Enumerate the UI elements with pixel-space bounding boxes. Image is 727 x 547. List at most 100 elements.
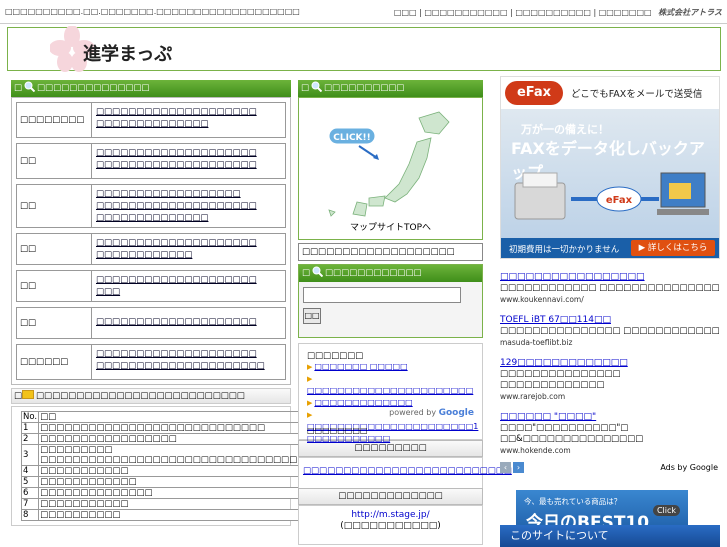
category-link[interactable]: □□□□□□□□□□□□□□□□□□□□ [96, 159, 281, 171]
table-row: 7□□□□□□□□□□□□□□ [20, 498, 343, 510]
category-link[interactable]: □□□□□□□□□□□□ [96, 249, 281, 261]
ad-title[interactable]: □□□□□□ "□□□□" [500, 412, 720, 423]
ad-url[interactable]: www.rarejob.com [500, 391, 720, 402]
mobile-url[interactable]: http://m.stage.jp/ [299, 510, 482, 521]
ad-item: TOEFL iBT 67□□114□□ □□□□□□□□□□□□□□□ □□□□… [500, 315, 720, 348]
powered-by-label: powered by [389, 408, 437, 417]
search-panel-header: □ □□□□□□□□□□□□ [299, 265, 482, 282]
search-icon [24, 81, 36, 92]
ad-url[interactable]: www.koukennavi.com/ [500, 294, 720, 305]
category-row: □□ □□□□□□□□□□□□□□□□□□□□ [16, 307, 286, 339]
table-row: 4□□□□□□□□□□□□□□ [20, 465, 343, 477]
rank-school[interactable]: □□□□□□□□□□□□□□□□□□□□□□□□□□□□ [38, 422, 308, 434]
svg-text:eFax: eFax [606, 195, 633, 206]
top-link-2[interactable]: □□□□□□□□□□□ [424, 8, 507, 17]
category-links: □□□□□□□□□□□□□□□□□□□□□□□□□□□□□□□□□□□□□□□□… [92, 345, 285, 379]
ranking-header: □ □□□□□□□□□□□□□□□□□□□□□□□□□□ [11, 388, 291, 404]
top-link-1[interactable]: □□□ [394, 8, 417, 17]
map-link[interactable]: CLICK!! マップサイトTOPへ [298, 97, 483, 240]
efax-banner[interactable]: eFax どこでもFAXをメールで送受信 万が一の備えに！ FAXをデータ化しバ… [500, 76, 720, 259]
category-links: □□□□□□□□□□□□□□□□□□□□ □□□ [92, 271, 285, 301]
category-link[interactable]: □□□□□□□□□□□□□□□□□□□□ [96, 200, 281, 212]
table-row: 2□□□□□□□□□□□□□□□□□□□□ [20, 433, 343, 445]
category-link[interactable]: □□□□□□□□□□□□□□□□□□□□ [96, 274, 281, 286]
atlas-logo[interactable]: 株式会社アトラス [658, 7, 722, 18]
box-b-header: □□□□□□□□□□□□□ [298, 488, 483, 505]
ad-desc: □□□□"□□□□□□□□□□"□ □□&□□□□□□□□□□□□□□□ [500, 423, 644, 444]
middle-column: □ □□□□□□□□□□ CLICK!! マップサイトTOPへ □□□□□□□□□… [298, 80, 512, 545]
efax-logo: eFax [505, 81, 563, 105]
box-b: http://m.stage.jp/ (□□□□□□□□□□□) [298, 505, 483, 545]
search-input[interactable] [303, 287, 461, 303]
category-link[interactable]: □□□□□□□□□□□□□□□□□□□□ [96, 237, 281, 249]
ranking-table: No. □□ □□□ 1□□□□□□□□□□□□□□□□□□□□□□□□□□□□… [20, 411, 343, 521]
top-bar: □□□□□□□□□□.□□.□□□□□□□.□□□□□□□□□□□□□□□□□□… [0, 0, 727, 24]
site-header: 進学まっぷ [7, 26, 721, 72]
table-row: 8□□□□□□□□□□□□□ [20, 509, 343, 521]
search-icon [311, 81, 323, 92]
rank-no: 7 [20, 498, 40, 510]
top-links: □□□ | □□□□□□□□□□□ | □□□□□□□□□□ | □□□□□□□… [393, 7, 722, 18]
rank-no: 5 [20, 476, 40, 488]
ad-next-icon[interactable]: › [513, 462, 524, 473]
ad-title[interactable]: TOEFL iBT 67□□114□□ [500, 315, 720, 326]
top-link-4[interactable]: □□□□□□□ [599, 8, 652, 17]
category-link[interactable]: □□□□□□□□□□□□□□□□□□□□ [96, 147, 281, 159]
rank-school[interactable]: □□□□□□□□□□□ [38, 498, 308, 510]
rank-school[interactable]: □□□□□□□□□□□□□□ [38, 487, 308, 499]
category-name: □□□□□□ [17, 345, 92, 379]
ad-title[interactable]: □□□□□□□□□□□□□□□□□ [500, 272, 720, 283]
rank-school[interactable]: □□□□□□□□□ □□□□□□□□□□□□□□□□□□□□□□□□□□□□□□… [38, 444, 308, 466]
category-link[interactable]: □□□□□□□□□□□□□□□□□□□□ [96, 106, 281, 118]
efax-tagline: どこでもFAXをメールで送受信 [571, 89, 703, 100]
rank-school[interactable]: □□□□□□□□□□□□ [38, 476, 308, 488]
ads-by-google[interactable]: Ads by Google [660, 463, 718, 472]
ad-item: □□□□□□ "□□□□" □□□□"□□□□□□□□□□"□ □□&□□□□□… [500, 412, 720, 456]
category-name: □□ [17, 308, 92, 338]
top-link-3[interactable]: □□□□□□□□□□ [515, 8, 591, 17]
site-title[interactable]: 進学まっぷ [83, 40, 172, 66]
category-row: □□ □□□□□□□□□□□□□□□□□□□□□□□□□□□□□□□□□□□□□… [16, 184, 286, 228]
japan-map-icon: CLICK!! [328, 111, 450, 217]
category-link[interactable]: □□□□□□□□□□□□□□ [96, 212, 281, 224]
category-table: □□□□□□□□ □□□□□□□□□□□□□□□□□□□□ □□□□□□□□□□□… [11, 97, 291, 385]
map-panel-header: □ □□□□□□□□□□ [298, 80, 483, 97]
ad-url[interactable]: masuda-toeflibt.biz [500, 337, 720, 348]
ad-prev-icon[interactable]: ‹ [500, 462, 511, 473]
google-link[interactable]: □□□□□□□ □□□□□ [307, 361, 474, 373]
rank-no: 8 [20, 509, 40, 521]
rank-school[interactable]: □□□□□□□□□□□ [38, 465, 308, 477]
google-link[interactable]: □□□□□□□□□□□□□□□□□□□□□□ [307, 373, 474, 397]
efax-bottom-bar: 初期費用は一切かかりません ▶ 詳しくはこちら [501, 238, 719, 258]
google-footer[interactable]: □□□□□□□□ [307, 426, 367, 435]
search-button[interactable]: □□ [303, 308, 321, 324]
category-row: □□ □□□□□□□□□□□□□□□□□□□□□□□□□□□□□□□□□□□□□… [16, 143, 286, 179]
category-link[interactable]: □□□□□□□□□□□□□□□□□□□□□ [96, 360, 281, 372]
rank-school[interactable]: □□□□□□□□□□□□□□□□□ [38, 433, 308, 445]
mobile-note: (□□□□□□□□□□□) [340, 521, 441, 531]
category-link[interactable]: □□□□□□□□□□□□□□□□□□ [96, 188, 281, 200]
category-links: □□□□□□□□□□□□□□□□□□□□ □□□□□□□□□□□□ [92, 234, 285, 264]
ranking-header-row: No. □□ □□□ [20, 411, 343, 423]
table-row: 1□□□□□□□□□□□□□□□□□□□□□□□□□□□□□□□ [20, 422, 343, 434]
category-link[interactable]: □□□□□□□□□□□□□□□□□□□□ [96, 316, 281, 328]
category-link[interactable]: □□□□□□□□□□□□□□□□□□□□ [96, 348, 281, 360]
efax-details-button[interactable]: ▶ 詳しくはこちら [631, 240, 715, 256]
map-search-field[interactable]: □□□□□□□□□□□□□□□□□□□ [298, 243, 483, 261]
category-link[interactable]: □□□ [96, 286, 281, 298]
rank-no: 3 [20, 444, 40, 466]
ad-url[interactable]: www.hokende.com [500, 445, 720, 456]
best10-click: Click [652, 505, 680, 516]
category-name: □□□□□□□□ [17, 103, 92, 137]
google-links-box: □□□□□□□ □□□□□□□ □□□□□ □□□□□□□□□□□□□□□□□□… [298, 343, 483, 443]
ranking-box: No. □□ □□□ 1□□□□□□□□□□□□□□□□□□□□□□□□□□□□… [11, 406, 343, 526]
category-link[interactable]: □□□□□□□□□□□□□□ [96, 118, 281, 130]
col-no: No. [20, 411, 40, 423]
category-links: □□□□□□□□□□□□□□□□□□□□ □□□□□□□□□□□□□□ [92, 103, 285, 137]
ad-title[interactable]: 129□□□□□□□□□□□□□ [500, 358, 720, 369]
rank-school[interactable]: □□□□□□□□□□ [38, 509, 308, 521]
ad-desc: □□□□□□□□□□□□□□□ □□□□□□□□□□□□□ [500, 369, 621, 390]
about-site-header[interactable]: このサイトについて [500, 525, 720, 547]
table-row: 5□□□□□□□□□□□□□□□ [20, 476, 343, 488]
box-a-link[interactable]: □□□□□□□□□□□□□□□□□□□□□□□□□□ [303, 466, 512, 476]
